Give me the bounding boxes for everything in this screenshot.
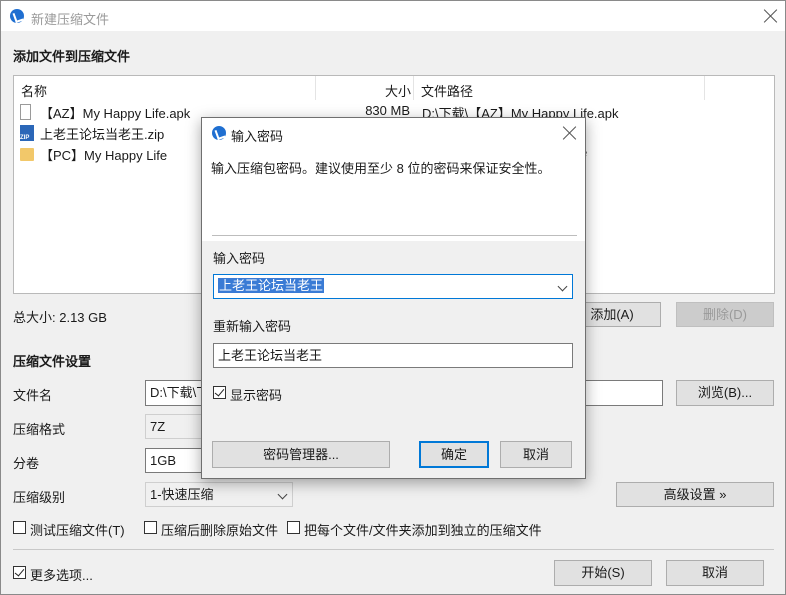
dialog-cancel-button[interactable]: 取消 xyxy=(500,441,572,468)
title-bar: 新建压缩文件 xyxy=(1,1,785,31)
column-size-header[interactable]: 大小 xyxy=(385,81,411,100)
format-label: 压缩格式 xyxy=(13,422,66,437)
password-label: 输入密码 xyxy=(213,251,266,266)
browse-button[interactable]: 浏览(B)... xyxy=(676,380,774,406)
delete-after-checkbox[interactable] xyxy=(144,521,157,534)
column-separator xyxy=(704,76,705,100)
file-icon xyxy=(20,104,31,120)
password-combo[interactable]: 上老王论坛当老王 xyxy=(213,274,573,299)
level-select[interactable]: 1-快速压缩 xyxy=(145,482,293,507)
file-name: 【PC】My Happy Life xyxy=(40,148,168,163)
column-name-header[interactable]: 名称 xyxy=(21,81,47,100)
test-archive-checkbox[interactable] xyxy=(13,521,26,534)
volume-select[interactable]: 1GB xyxy=(145,448,203,473)
dialog-hint: 输入压缩包密码。建议使用至少 8 位的密码来保证安全性。 xyxy=(211,161,551,176)
close-icon[interactable] xyxy=(562,125,578,141)
delete-after-label: 压缩后删除原始文件 xyxy=(161,523,279,538)
chevron-down-icon[interactable] xyxy=(557,281,568,292)
repeat-password-label: 重新输入密码 xyxy=(213,319,292,334)
file-name: 上老王论坛当老王.zip xyxy=(40,127,165,142)
format-select[interactable]: 7Z xyxy=(145,414,203,439)
divider xyxy=(212,235,577,236)
password-dialog: 输入密码 输入压缩包密码。建议使用至少 8 位的密码来保证安全性。 输入密码 上… xyxy=(201,117,586,479)
show-password-label: 显示密码 xyxy=(230,388,283,403)
dialog-hint-area: 输入压缩包密码。建议使用至少 8 位的密码来保证安全性。 xyxy=(202,148,585,241)
delete-button[interactable]: 删除(D) xyxy=(676,302,774,327)
password-value: 上老王论坛当老王 xyxy=(218,278,325,293)
section-settings-heading: 压缩文件设置 xyxy=(13,354,92,369)
chevron-down-icon xyxy=(277,489,288,500)
start-button[interactable]: 开始(S) xyxy=(554,560,652,586)
more-options-checkbox[interactable] xyxy=(13,566,26,579)
column-path-header[interactable]: 文件路径 xyxy=(421,81,473,100)
window-title: 新建压缩文件 xyxy=(31,12,110,27)
app-logo-icon xyxy=(10,9,24,23)
cancel-button[interactable]: 取消 xyxy=(666,560,764,586)
divider xyxy=(13,549,774,550)
folder-icon xyxy=(20,148,34,161)
dialog-title: 输入密码 xyxy=(231,129,284,144)
file-size: 830 MB xyxy=(365,103,410,118)
close-icon[interactable] xyxy=(763,8,779,24)
advanced-settings-button[interactable]: 高级设置 » xyxy=(616,482,774,507)
more-options-label[interactable]: 更多选项... xyxy=(30,565,93,584)
test-archive-label: 测试压缩文件(T) xyxy=(30,523,125,538)
repeat-password-field[interactable]: 上老王论坛当老王 xyxy=(213,343,573,368)
column-separator xyxy=(413,76,414,100)
show-password-checkbox[interactable] xyxy=(213,386,226,399)
separate-archives-label: 把每个文件/文件夹添加到独立的压缩文件 xyxy=(304,523,542,538)
volume-label: 分卷 xyxy=(13,456,40,471)
level-value: 1-快速压缩 xyxy=(150,487,214,502)
app-logo-icon xyxy=(212,126,226,140)
zip-icon xyxy=(20,125,34,141)
file-name: 【AZ】My Happy Life.apk xyxy=(40,106,191,121)
ok-button[interactable]: 确定 xyxy=(419,441,489,468)
column-separator xyxy=(315,76,316,100)
filename-label: 文件名 xyxy=(13,388,53,403)
password-manager-button[interactable]: 密码管理器... xyxy=(212,441,390,468)
section-add-heading: 添加文件到压缩文件 xyxy=(13,49,131,64)
separate-archives-checkbox[interactable] xyxy=(287,521,300,534)
dialog-title-bar: 输入密码 xyxy=(202,118,585,148)
total-size: 总大小: 2.13 GB xyxy=(13,310,107,325)
level-label: 压缩级别 xyxy=(13,490,66,505)
